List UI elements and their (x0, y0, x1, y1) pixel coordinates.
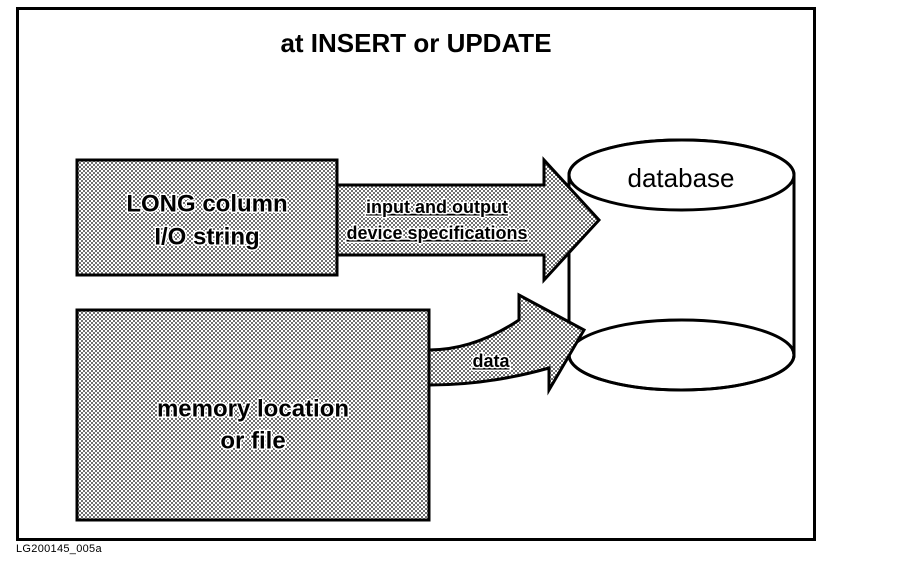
box-memory-line1: memory location (157, 395, 349, 422)
box-memory-line2: or file (220, 427, 285, 454)
arrow-spec: input and output device specifications (331, 160, 599, 280)
box-memory: memory location or file (77, 310, 429, 520)
diagram-canvas: database input and output device specifi… (19, 10, 819, 544)
arrow-data-label: data (472, 351, 510, 371)
database-label: database (628, 163, 735, 193)
box-long-column-line1: LONG column (126, 190, 287, 217)
diagram-frame: at INSERT or UPDATE database (16, 7, 816, 541)
box-long-column: LONG column I/O string (77, 160, 337, 275)
figure-id: LG200145_005a (16, 543, 102, 555)
arrow-spec-label-line2: device specifications (346, 223, 527, 243)
box-long-column-line2: I/O string (154, 223, 259, 250)
arrow-data: data (429, 295, 584, 390)
arrow-spec-label-line1: input and output (366, 197, 508, 217)
database-cylinder: database (569, 140, 794, 390)
